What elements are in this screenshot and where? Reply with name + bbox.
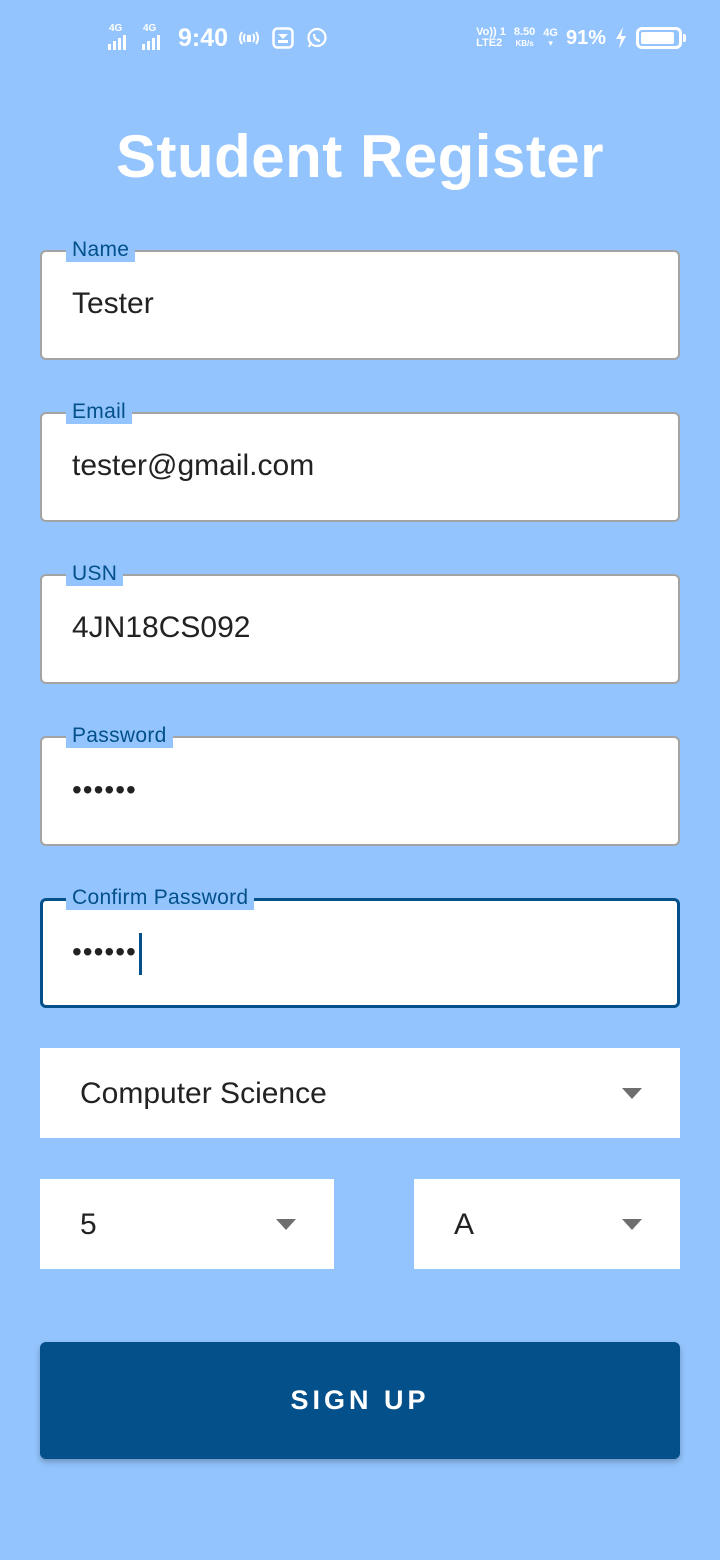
dropdown-arrow-icon [276, 1219, 296, 1230]
status-bar-right: Vo)) 1 LTE2 8.50 KB/s 4G ▾ 91% [476, 22, 686, 54]
dropdown-arrow-icon [622, 1088, 642, 1099]
charging-icon [614, 25, 628, 51]
name-input[interactable]: Tester [72, 284, 154, 324]
password-field[interactable]: Password •••••• [40, 724, 680, 846]
section-select[interactable]: A [414, 1179, 680, 1269]
network-speed-unit: KB/s [515, 39, 534, 48]
confirm-password-field[interactable]: Confirm Password •••••• [40, 886, 680, 1008]
dropdown-arrow-icon [622, 1219, 642, 1230]
volte-line2: LTE2 [476, 37, 503, 49]
email-field-label: Email [66, 400, 133, 424]
text-cursor [138, 932, 142, 975]
usn-field[interactable]: USN 4JN18CS092 [40, 562, 680, 684]
name-field[interactable]: Name Tester [40, 238, 680, 360]
department-select[interactable]: Computer Science [40, 1048, 680, 1138]
hotspot-icon [236, 25, 262, 51]
message-icon [270, 25, 296, 51]
sim1-signal-icon: 4G [108, 24, 134, 52]
battery-fill [641, 32, 674, 44]
usn-field-label: USN [66, 562, 124, 586]
sim2-network-tag: 4G [143, 23, 157, 34]
status-bar: 4G 4G 9:40 Vo)) 1 LTE2 8.50 KB/s 4G ▾ 91… [0, 0, 720, 78]
section-selected-value: A [454, 1208, 475, 1241]
whatsapp-icon [304, 25, 330, 51]
department-selected-value: Computer Science [80, 1077, 327, 1110]
battery-percent: 91% [565, 26, 606, 49]
network-speed: 8.50 KB/s [514, 27, 535, 49]
page-title: Student Register [115, 123, 605, 190]
email-field[interactable]: Email tester@gmail.com [40, 400, 680, 522]
sim2-signal-icon: 4G [142, 24, 168, 52]
email-input[interactable]: tester@gmail.com [72, 446, 314, 486]
data-network-icon: 4G ▾ [543, 27, 558, 48]
confirm-password-value: •••••• [72, 936, 137, 967]
clock: 9:40 [178, 23, 229, 52]
sign-up-button[interactable]: SIGN UP [40, 1342, 680, 1459]
battery-icon [636, 27, 686, 49]
semester-selected-value: 5 [80, 1208, 97, 1241]
sim1-network-tag: 4G [109, 23, 123, 34]
name-field-label: Name [66, 238, 136, 262]
confirm-password-input[interactable]: •••••• [72, 932, 142, 975]
status-bar-left: 4G 4G 9:40 [108, 22, 330, 54]
network-speed-value: 8.50 [513, 26, 536, 38]
password-input[interactable]: •••••• [72, 770, 137, 810]
semester-select[interactable]: 5 [40, 1179, 334, 1269]
confirm-password-field-label: Confirm Password [66, 886, 255, 910]
password-field-label: Password [66, 724, 173, 748]
usn-input[interactable]: 4JN18CS092 [72, 608, 250, 648]
volte-indicator: Vo)) 1 LTE2 [476, 27, 506, 49]
